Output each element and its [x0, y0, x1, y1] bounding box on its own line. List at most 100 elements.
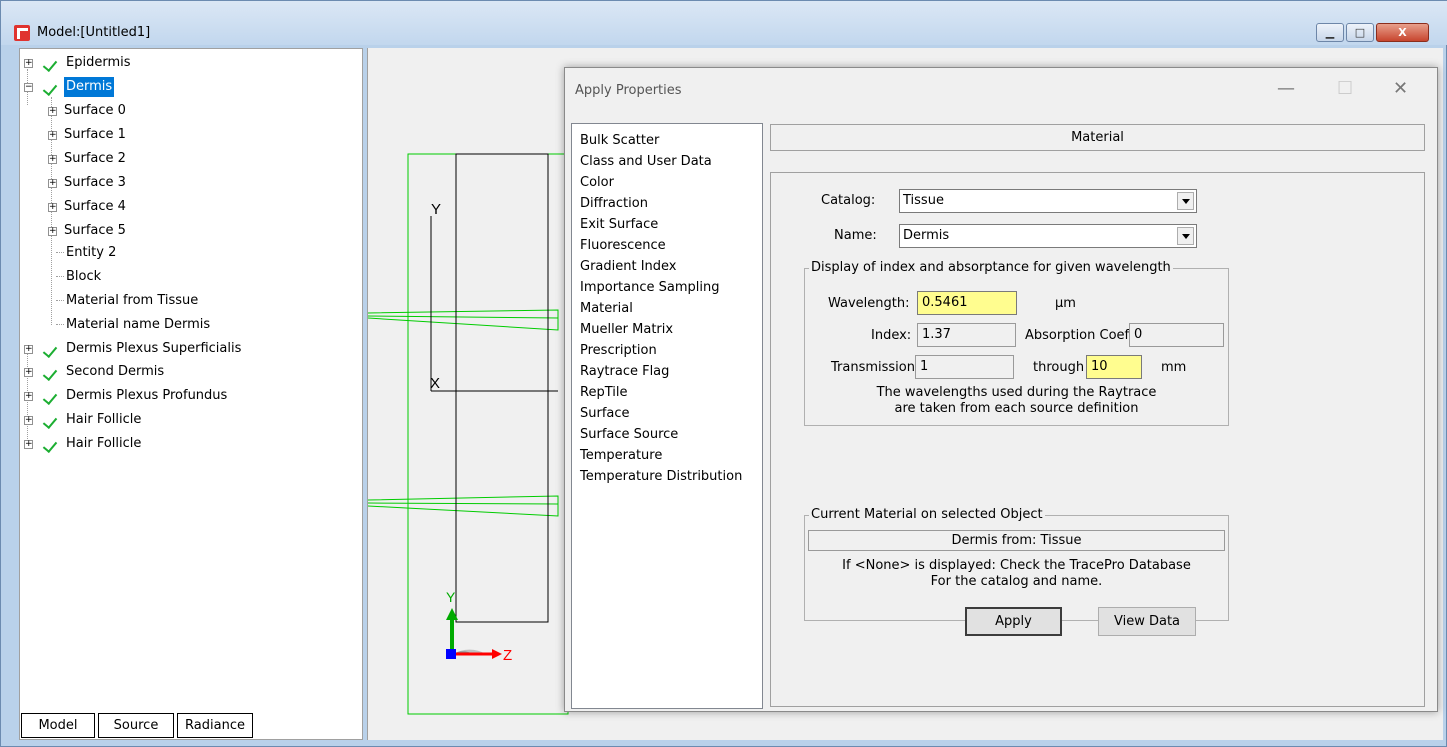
tree-item-label: Material name Dermis: [66, 317, 211, 332]
expand-icon[interactable]: +: [48, 203, 57, 212]
model-tree[interactable]: + Epidermis − Dermis + Surface 0 + Surfa…: [19, 48, 363, 740]
catalog-label: Catalog:: [821, 193, 876, 208]
triad-y-label: Y: [446, 589, 456, 605]
apply-properties-dialog: Apply Properties — ☐ ✕ Bulk Scatter Clas…: [564, 67, 1438, 712]
expand-icon[interactable]: +: [24, 368, 33, 377]
x-axis-label: X: [430, 375, 440, 392]
tree-item-label: Surface 2: [64, 151, 126, 166]
property-item[interactable]: Surface: [580, 403, 630, 424]
close-button[interactable]: X: [1376, 23, 1429, 42]
expand-icon[interactable]: +: [48, 155, 57, 164]
property-item[interactable]: Color: [580, 172, 614, 193]
window-title: Model:[Untitled1]: [37, 25, 151, 40]
raytrace-note-line2: are taken from each source definition: [894, 401, 1139, 416]
view-data-button[interactable]: View Data: [1098, 607, 1196, 636]
triad-z-arrow-icon: [492, 649, 502, 659]
database-note-line1: If <None> is displayed: Check the TraceP…: [842, 558, 1191, 573]
title-bar[interactable]: Model:[Untitled1] ▁ □ X: [1, 1, 1447, 45]
tree-item-label: Entity 2: [66, 245, 117, 260]
expand-icon[interactable]: +: [48, 131, 57, 140]
expand-icon[interactable]: +: [48, 227, 57, 236]
apply-button[interactable]: Apply: [965, 607, 1062, 636]
tree-connector: [56, 276, 64, 277]
tree-connector: [56, 300, 64, 301]
tree-item-label: Material from Tissue: [66, 293, 199, 308]
through-input[interactable]: 10: [1086, 355, 1142, 379]
through-label: through: [1033, 360, 1085, 375]
tree-item-label: Surface 0: [64, 103, 126, 118]
catalog-dropdown[interactable]: Tissue: [899, 189, 1197, 213]
catalog-value: Tissue: [903, 193, 944, 208]
property-item[interactable]: Temperature: [580, 445, 662, 466]
property-item[interactable]: Temperature Distribution: [580, 466, 742, 487]
tree-item-label: Surface 1: [64, 127, 126, 142]
panel-title: Material: [770, 124, 1425, 151]
property-item[interactable]: Raytrace Flag: [580, 361, 669, 382]
property-item-material[interactable]: Material: [580, 298, 633, 319]
expand-icon[interactable]: +: [24, 440, 33, 449]
chevron-down-icon[interactable]: [1177, 227, 1194, 245]
tree-item-label: Surface 5: [64, 223, 126, 238]
block-outline: [455, 153, 549, 623]
tree-item-label: Dermis Plexus Superficialis: [66, 341, 242, 356]
name-dropdown[interactable]: Dermis: [899, 224, 1197, 248]
expand-icon[interactable]: +: [48, 107, 57, 116]
checkmark-icon: [42, 80, 58, 97]
tree-item-label: Hair Follicle: [66, 436, 142, 451]
transmission-label: Transmission: [831, 360, 915, 375]
current-material-group: Current Material on selected Object Derm…: [804, 507, 1229, 621]
dialog-title: Apply Properties: [575, 83, 682, 98]
expand-icon[interactable]: +: [24, 392, 33, 401]
wavelength-input[interactable]: 0.5461: [917, 291, 1017, 315]
tree-item-label: Surface 4: [64, 199, 126, 214]
collapse-icon[interactable]: −: [24, 83, 33, 92]
wireframe-layer: [368, 495, 559, 517]
triad-z-label: Z: [503, 647, 512, 664]
tree-connector: [56, 324, 64, 325]
dialog-close-button[interactable]: ✕: [1393, 78, 1408, 99]
property-item[interactable]: Surface Source: [580, 424, 678, 445]
dialog-maximize-button[interactable]: ☐: [1337, 78, 1353, 99]
property-list[interactable]: Bulk Scatter Class and User Data Color D…: [571, 123, 763, 709]
property-item[interactable]: Diffraction: [580, 193, 648, 214]
property-item[interactable]: Class and User Data: [580, 151, 712, 172]
expand-icon[interactable]: +: [48, 179, 57, 188]
property-item[interactable]: Prescription: [580, 340, 657, 361]
property-item[interactable]: Fluorescence: [580, 235, 666, 256]
tab-source[interactable]: Source: [98, 713, 174, 738]
absorption-field: 0: [1129, 323, 1224, 347]
triad-x-marker: [446, 649, 456, 659]
dialog-minimize-button[interactable]: —: [1277, 78, 1295, 99]
material-panel: Catalog: Tissue Name: Dermis Display of …: [770, 172, 1425, 707]
property-item[interactable]: Gradient Index: [580, 256, 677, 277]
wireframe-layer: [368, 502, 559, 505]
maximize-button[interactable]: □: [1346, 23, 1374, 42]
property-item[interactable]: RepTile: [580, 382, 627, 403]
index-label: Index:: [871, 328, 912, 343]
y-axis-label: Y: [431, 201, 441, 218]
name-label: Name:: [834, 228, 877, 243]
tab-radiance[interactable]: Radiance: [177, 713, 253, 738]
chevron-down-icon[interactable]: [1177, 192, 1194, 210]
transmission-field: 1: [915, 355, 1014, 379]
property-item[interactable]: Bulk Scatter: [580, 130, 659, 151]
property-item[interactable]: Importance Sampling: [580, 277, 719, 298]
expand-icon[interactable]: +: [24, 345, 33, 354]
app-logo-icon: [14, 25, 30, 41]
property-item[interactable]: Mueller Matrix: [580, 319, 673, 340]
tree-item-label: Epidermis: [66, 55, 131, 70]
wireframe-layer: [368, 309, 559, 331]
checkmark-icon: [42, 365, 58, 382]
wavelength-label: Wavelength:: [828, 296, 910, 311]
wavelength-unit: µm: [1055, 296, 1076, 311]
index-field: 1.37: [917, 323, 1016, 347]
minimize-button[interactable]: ▁: [1316, 23, 1344, 42]
expand-icon[interactable]: +: [24, 59, 33, 68]
checkmark-icon: [42, 342, 58, 359]
absorption-label: Absorption Coef:: [1025, 328, 1134, 343]
expand-icon[interactable]: +: [24, 416, 33, 425]
current-group-title: Current Material on selected Object: [809, 507, 1045, 522]
current-material-value: Dermis from: Tissue: [808, 530, 1225, 551]
property-item[interactable]: Exit Surface: [580, 214, 658, 235]
tab-model[interactable]: Model: [21, 713, 95, 738]
